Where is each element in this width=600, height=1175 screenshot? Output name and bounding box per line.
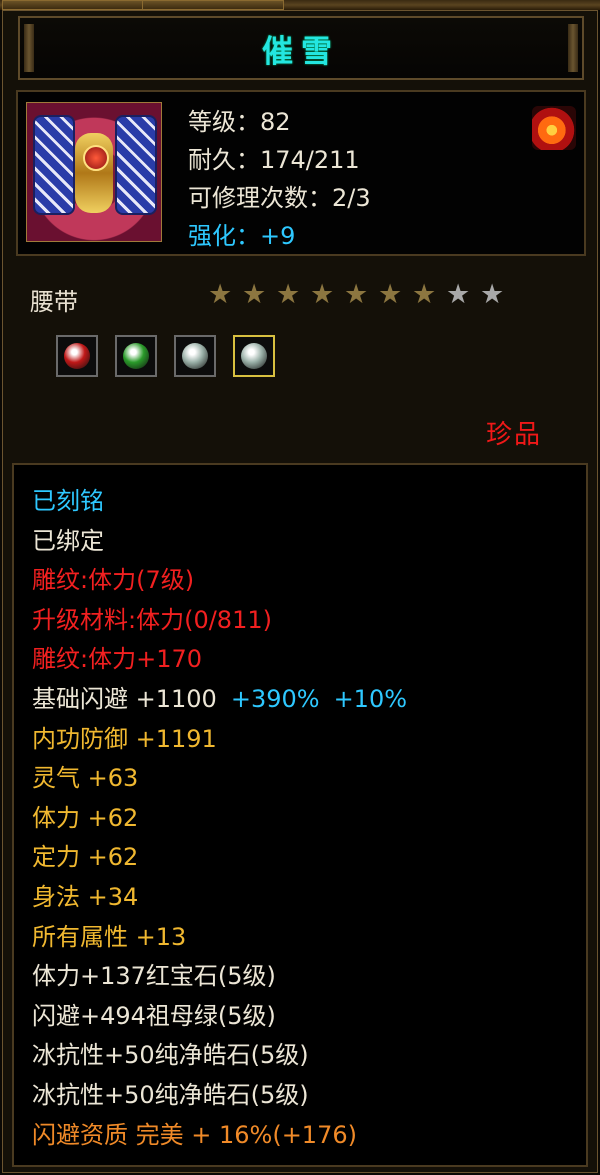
attribute-text: 身法 +34: [32, 883, 139, 911]
attribute-text: 闪避+494祖母绿(5级): [32, 1001, 276, 1030]
item-title: 催雪: [262, 33, 340, 70]
attribute-line: 定力 +62: [32, 843, 138, 871]
attribute-text: +390%: [230, 685, 320, 713]
attribute-line: 冰抗性+50纯净皓石(5级): [32, 1041, 309, 1069]
rarity-label: 珍品: [486, 420, 543, 450]
attribute-panel: 已刻铭已绑定雕纹:体力(7级) 升级材料:体力(0/811) 雕纹:体力+170 基础…: [12, 463, 588, 1167]
window-top-trim: [0, 0, 600, 10]
attribute-line: 冰抗性+50纯净皓石(5级): [32, 1081, 309, 1109]
star-empty-icon: ★: [446, 279, 471, 310]
portrait-right-wing: [115, 115, 157, 215]
star-lit-icon: ★: [242, 279, 267, 310]
attribute-line: 内功防御 +1191: [32, 725, 217, 753]
portrait-left-wing: [33, 115, 75, 215]
attribute-line: 所有属性 +13: [32, 923, 186, 951]
attribute-line: 基础闪避 +1100 +390% +10%: [32, 685, 407, 713]
ruby-gem-icon: [64, 343, 90, 369]
attribute-line: 身法 +34: [32, 883, 138, 911]
attribute-text: 雕纹:体力+170: [32, 645, 203, 674]
star-lit-icon: ★: [344, 279, 369, 310]
trim-notch-center: [142, 0, 284, 10]
portrait-gem: [83, 145, 109, 171]
emerald-gem-icon: [123, 343, 149, 369]
attribute-text: 内功防御 +1191: [32, 724, 217, 753]
attribute-text: 已刻铭: [32, 487, 104, 515]
attribute-text: 闪避资质 完美 + 16%(+176): [32, 1120, 357, 1149]
star-lit-icon: ★: [276, 279, 301, 310]
diamond-gem-icon: [182, 343, 208, 369]
attribute-text: 冰抗性+50纯净皓石(5级): [32, 1081, 309, 1109]
attribute-text: 升级材料:体力(0/811): [32, 605, 272, 634]
attribute-text: 冰抗性+50纯净皓石(5级): [32, 1041, 309, 1070]
item-stat-3: 强化：+9: [188, 222, 296, 250]
attribute-text: 体力 +62: [32, 803, 139, 832]
gem-slot-1[interactable]: [56, 335, 98, 377]
item-stat-1: 耐久：174/211: [188, 146, 360, 174]
attribute-text: 定力 +62: [32, 843, 139, 872]
attribute-line: 升级材料:体力(0/811): [32, 606, 272, 634]
belt-item-portrait: [26, 102, 162, 242]
attribute-line: 雕纹:体力(7级): [32, 566, 194, 594]
gem-slot-2[interactable]: [115, 335, 157, 377]
attribute-text: 体力+137红宝石(5级): [32, 962, 276, 991]
item-stat-2: 可修理次数：2/3: [188, 184, 371, 212]
gem-slot-3[interactable]: [174, 335, 216, 377]
attribute-line: 体力+137红宝石(5级): [32, 962, 276, 990]
attribute-text: 基础闪避 +1100: [32, 685, 217, 713]
trim-notch-left: [2, 0, 144, 10]
attribute-text: 雕纹:体力(7级): [32, 566, 195, 595]
attribute-line: 体力 +62: [32, 804, 138, 832]
attribute-line: 闪避资质 完美 + 16%(+176): [32, 1121, 357, 1149]
attribute-text: 灵气 +63: [32, 764, 139, 793]
fire-icon: [532, 106, 576, 150]
diamond-gem-icon: [241, 343, 267, 369]
attribute-text: +10%: [333, 685, 408, 713]
item-info-panel: 等级：82 耐久：174/211 可修理次数：2/3 强化：+9: [16, 90, 586, 256]
attribute-text: 已绑定: [32, 526, 104, 555]
star-lit-icon: ★: [412, 279, 437, 310]
attribute-line: 雕纹:体力+170: [32, 645, 202, 673]
star-lit-icon: ★: [208, 279, 233, 310]
star-empty-icon: ★: [480, 279, 505, 310]
gem-slot-4[interactable]: [233, 335, 275, 377]
item-title-bar: 催雪: [18, 16, 584, 80]
attribute-text: 所有属性 +13: [32, 922, 187, 951]
star-lit-icon: ★: [310, 279, 335, 310]
attribute-line: 灵气 +63: [32, 764, 138, 792]
attribute-line: 已刻铭: [32, 487, 104, 515]
star-lit-icon: ★: [378, 279, 403, 310]
item-stat-0: 等级：82: [188, 108, 291, 136]
item-type: 腰带: [30, 288, 78, 316]
attribute-line: 已绑定: [32, 527, 104, 555]
attribute-line: 闪避+494祖母绿(5级): [32, 1002, 276, 1030]
